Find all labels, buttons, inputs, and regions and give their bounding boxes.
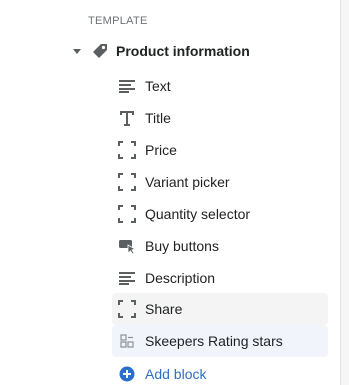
block-price[interactable]: Price (112, 134, 328, 166)
block-label: Title (145, 110, 171, 126)
plus-circle-icon (112, 358, 142, 385)
block-label: Skeepers Rating stars (145, 333, 283, 349)
block-text[interactable]: Text (112, 70, 328, 102)
block-buy-buttons[interactable]: Buy buttons (112, 230, 328, 262)
title-t-icon (112, 102, 142, 134)
block-label: Quantity selector (145, 206, 251, 222)
block-label: Share (145, 301, 183, 317)
block-skeepers-rating-stars[interactable]: Skeepers Rating stars (112, 325, 328, 357)
block-label: Description (145, 270, 216, 286)
tag-icon (88, 39, 112, 63)
add-block-label: Add block (145, 366, 207, 382)
caret-down-icon[interactable] (70, 46, 84, 56)
text-lines-icon (112, 262, 142, 294)
block-variant-picker[interactable]: Variant picker (112, 166, 328, 198)
dashed-frame-icon (112, 134, 142, 166)
block-label: Buy buttons (145, 238, 219, 254)
block-label: Text (145, 78, 171, 94)
text-lines-icon (112, 70, 142, 102)
block-label: Price (145, 142, 177, 158)
scrollbar-track[interactable] (341, 0, 349, 385)
add-block-button[interactable]: Add block (112, 358, 328, 385)
block-label: Variant picker (145, 174, 230, 190)
dashed-frame-icon (112, 293, 142, 325)
block-description[interactable]: Description (112, 262, 328, 294)
app-block-icon (112, 325, 142, 357)
section-title: Product information (116, 43, 250, 59)
section-product-information[interactable]: Product information (70, 38, 330, 64)
dashed-frame-icon (112, 198, 142, 230)
button-cursor-icon (112, 230, 142, 262)
block-quantity-selector[interactable]: Quantity selector (112, 198, 328, 230)
block-share[interactable]: Share (112, 293, 328, 325)
block-title[interactable]: Title (112, 102, 328, 134)
theme-editor-sidebar: TEMPLATE Product information Text Title … (0, 0, 340, 385)
template-section-label: TEMPLATE (88, 15, 148, 27)
dashed-frame-icon (112, 166, 142, 198)
